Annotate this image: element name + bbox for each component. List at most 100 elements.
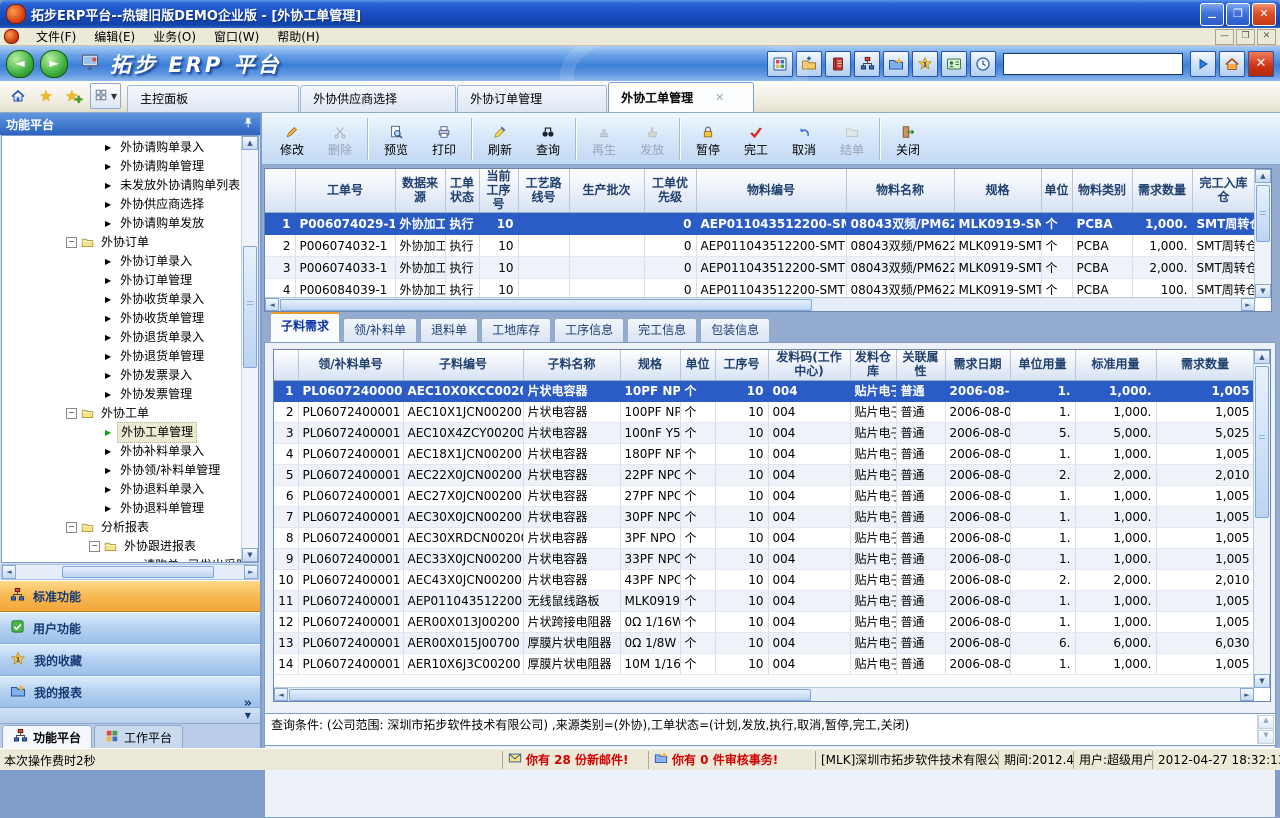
- tree-item[interactable]: ▶外协收货单管理: [2, 309, 241, 328]
- menu-item[interactable]: 窗口(W): [205, 28, 268, 46]
- brush-toolbar-button[interactable]: 刷新: [476, 114, 524, 163]
- audit-status[interactable]: 你有 0 件审核事务!: [648, 751, 799, 769]
- tree-horizontal-scrollbar[interactable]: ◄ ►: [1, 564, 259, 580]
- column-header[interactable]: 物料编号: [696, 169, 846, 213]
- detail-tab[interactable]: 子料需求: [270, 312, 340, 342]
- folder-add-icon[interactable]: [883, 51, 909, 77]
- scroll-right-icon[interactable]: ►: [1240, 688, 1254, 701]
- column-header[interactable]: 子料编号: [403, 350, 523, 380]
- notes-icon[interactable]: [825, 51, 851, 77]
- column-header[interactable]: 单位: [1041, 169, 1072, 213]
- pin-icon[interactable]: [242, 117, 254, 132]
- binoculars-toolbar-button[interactable]: 查询: [524, 114, 572, 163]
- table-row[interactable]: 3PL06072400001AEC10X4ZCY00200片状电容器100nF …: [274, 422, 1254, 443]
- table-row[interactable]: 12PL06072400001AER00X013J00200片状跨接电阻器0Ω …: [274, 611, 1254, 632]
- query-scrollbar[interactable]: ▲▼: [1257, 715, 1274, 744]
- minimize-button[interactable]: [1200, 3, 1224, 26]
- star-badge-icon[interactable]: 1: [912, 51, 938, 77]
- scroll-left-icon[interactable]: ◄: [2, 565, 16, 579]
- column-header[interactable]: 单位用量: [1010, 350, 1075, 380]
- column-header[interactable]: 工单号: [295, 169, 395, 213]
- column-header[interactable]: 物料类别: [1072, 169, 1132, 213]
- clock-icon[interactable]: [970, 51, 996, 77]
- tree-item[interactable]: ▶外协退料单管理: [2, 499, 241, 518]
- column-header[interactable]: 物料名称: [846, 169, 954, 213]
- more-buttons-chevron[interactable]: »▼: [244, 698, 252, 721]
- scroll-left-icon[interactable]: ◄: [265, 298, 279, 311]
- quick-command-input[interactable]: [1003, 53, 1183, 75]
- tree-item[interactable]: ▶外协订单管理: [2, 271, 241, 290]
- column-header[interactable]: 工单状态: [445, 169, 479, 213]
- tree-item[interactable]: ▶外协发票管理: [2, 385, 241, 404]
- tree-item[interactable]: ▶外协退货单管理: [2, 347, 241, 366]
- column-header[interactable]: 工单优先级: [644, 169, 696, 213]
- collapse-icon[interactable]: −: [66, 237, 77, 248]
- open-icon[interactable]: [796, 51, 822, 77]
- table-row[interactable]: 10PL06072400001AEC43X0JCN00200片状电容器43PF …: [274, 569, 1254, 590]
- scroll-left-icon[interactable]: ◄: [274, 688, 288, 701]
- table-row[interactable]: 1PL06072400001AEC10X0KCC00200片状电容器10PF N…: [274, 380, 1254, 401]
- collapse-icon[interactable]: −: [66, 522, 77, 533]
- detail-tab[interactable]: 工序信息: [554, 318, 624, 342]
- menu-item[interactable]: 帮助(H): [268, 28, 328, 46]
- column-header[interactable]: 当前工序号: [479, 169, 518, 213]
- sidebar-section-用户功能[interactable]: 用户功能: [0, 612, 260, 644]
- play-button[interactable]: [1190, 51, 1216, 77]
- check-toolbar-button[interactable]: 完工: [732, 114, 780, 163]
- tree-item[interactable]: −外协订单: [2, 233, 241, 252]
- table-row[interactable]: 14PL06072400001AER10X6J3C00200厚膜片状电阻器10M…: [274, 653, 1254, 674]
- column-header[interactable]: 子料名称: [523, 350, 620, 380]
- undo-toolbar-button[interactable]: 取消: [780, 114, 828, 163]
- scroll-right-icon[interactable]: ►: [244, 565, 258, 579]
- new-mail-status[interactable]: 你有 28 份新邮件!: [502, 751, 635, 769]
- home-orange-button[interactable]: [1219, 51, 1245, 77]
- column-header[interactable]: 数据来源: [395, 169, 445, 213]
- scroll-right-icon[interactable]: ►: [1241, 298, 1255, 311]
- back-button[interactable]: ◄: [6, 50, 34, 78]
- document-tab[interactable]: 外协工单管理✕: [608, 82, 754, 112]
- platform-tab[interactable]: 功能平台: [2, 725, 92, 748]
- column-header[interactable]: 需求数量: [1156, 350, 1254, 380]
- grid-horizontal-scrollbar[interactable]: ◄ ►: [274, 687, 1254, 701]
- tree-item[interactable]: ▶请购单--已发出采购: [2, 556, 241, 563]
- tree-item[interactable]: ▶外协补料单录入: [2, 442, 241, 461]
- column-header[interactable]: 生产批次: [569, 169, 644, 213]
- table-row[interactable]: 3P006074033-1外协加工执行100AEP011043512200-SM…: [265, 257, 1255, 279]
- column-header[interactable]: 关联属性: [896, 350, 945, 380]
- column-header[interactable]: 单位: [680, 350, 715, 380]
- favorites-star-icon[interactable]: ★: [33, 83, 59, 109]
- exit-red-button[interactable]: ✕: [1248, 51, 1274, 77]
- document-tab[interactable]: 外协供应商选择: [300, 85, 456, 112]
- print-toolbar-button[interactable]: 打印: [420, 114, 468, 163]
- scroll-down-icon[interactable]: ▼: [1258, 730, 1274, 744]
- tree-item[interactable]: ▶外协请购单管理: [2, 157, 241, 176]
- mdi-minimize-button[interactable]: —: [1215, 29, 1234, 45]
- table-row[interactable]: 9PL06072400001AEC33X0JCN00200片状电容器33PF N…: [274, 548, 1254, 569]
- table-row[interactable]: 1P006074029-1外协加工执行100AEP011043512200-SM…: [265, 213, 1255, 235]
- home-icon[interactable]: [5, 83, 31, 109]
- layout-icon[interactable]: [767, 51, 793, 77]
- mdi-close-button[interactable]: ✕: [1257, 29, 1276, 45]
- contact-icon[interactable]: [941, 51, 967, 77]
- table-row[interactable]: 13PL06072400001AER00X015J00700厚膜片状电阻器0Ω …: [274, 632, 1254, 653]
- column-header[interactable]: 发料仓库: [850, 350, 896, 380]
- table-row[interactable]: 6PL06072400001AEC27X0JCN00200片状电容器27PF N…: [274, 485, 1254, 506]
- scroll-thumb[interactable]: [289, 689, 811, 701]
- tree-item[interactable]: ▶外协发票录入: [2, 366, 241, 385]
- tree-item[interactable]: ▶外协请购单录入: [2, 138, 241, 157]
- table-row[interactable]: 2P006074032-1外协加工执行100AEP011043512200-SM…: [265, 235, 1255, 257]
- sidebar-section-标准功能[interactable]: 标准功能: [0, 580, 260, 612]
- table-row[interactable]: 8PL06072400001AEC30XRDCN00200片状电容器3PF NP…: [274, 527, 1254, 548]
- close-button[interactable]: [1252, 3, 1276, 26]
- tree-item[interactable]: ▶未发放外协请购单列表: [2, 176, 241, 195]
- tree-item[interactable]: −外协工单: [2, 404, 241, 423]
- grid-vertical-scrollbar[interactable]: ▲ ▼: [1253, 350, 1270, 688]
- menu-item[interactable]: 业务(O): [144, 28, 205, 46]
- door-toolbar-button[interactable]: 关闭: [884, 114, 932, 163]
- scroll-thumb[interactable]: [1255, 366, 1269, 518]
- view-layout-button[interactable]: ▼: [90, 83, 121, 109]
- column-header[interactable]: [274, 350, 298, 380]
- tree-item[interactable]: −外协跟进报表: [2, 537, 241, 556]
- document-tab[interactable]: 主控面板: [127, 85, 299, 112]
- detail-tab[interactable]: 工地库存: [481, 318, 551, 342]
